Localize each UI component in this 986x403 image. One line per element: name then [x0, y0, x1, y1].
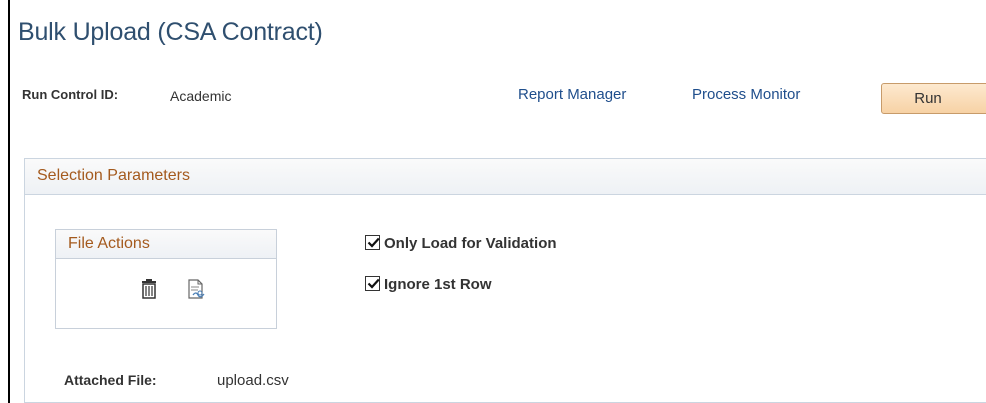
- trash-icon[interactable]: [139, 278, 159, 300]
- attached-file-label: Attached File:: [64, 372, 157, 388]
- run-control-id-label: Run Control ID:: [22, 87, 119, 102]
- run-control-id-value: Academic: [170, 88, 232, 104]
- run-button[interactable]: Run: [881, 83, 986, 114]
- only-load-for-validation-checkbox[interactable]: [365, 235, 380, 250]
- selection-parameters-header: Selection Parameters: [25, 159, 986, 195]
- only-load-for-validation-label: Only Load for Validation: [384, 235, 557, 252]
- page-title: Bulk Upload (CSA Contract): [18, 18, 323, 46]
- ignore-first-row-option: Ignore 1st Row: [365, 276, 492, 293]
- only-load-for-validation-option: Only Load for Validation: [365, 235, 557, 252]
- ignore-first-row-checkbox[interactable]: [365, 276, 380, 291]
- attached-file-value: upload.csv: [217, 372, 289, 389]
- page-frame: Bulk Upload (CSA Contract) Run Control I…: [8, 0, 986, 403]
- view-document-icon[interactable]: [185, 278, 207, 300]
- report-manager-link[interactable]: Report Manager: [518, 86, 626, 103]
- file-actions-header: File Actions: [56, 230, 276, 259]
- ignore-first-row-label: Ignore 1st Row: [384, 276, 492, 293]
- file-actions-box: File Actions: [55, 229, 277, 329]
- selection-parameters-section: Selection Parameters File Actions Only L…: [24, 158, 986, 403]
- process-monitor-link[interactable]: Process Monitor: [692, 86, 800, 103]
